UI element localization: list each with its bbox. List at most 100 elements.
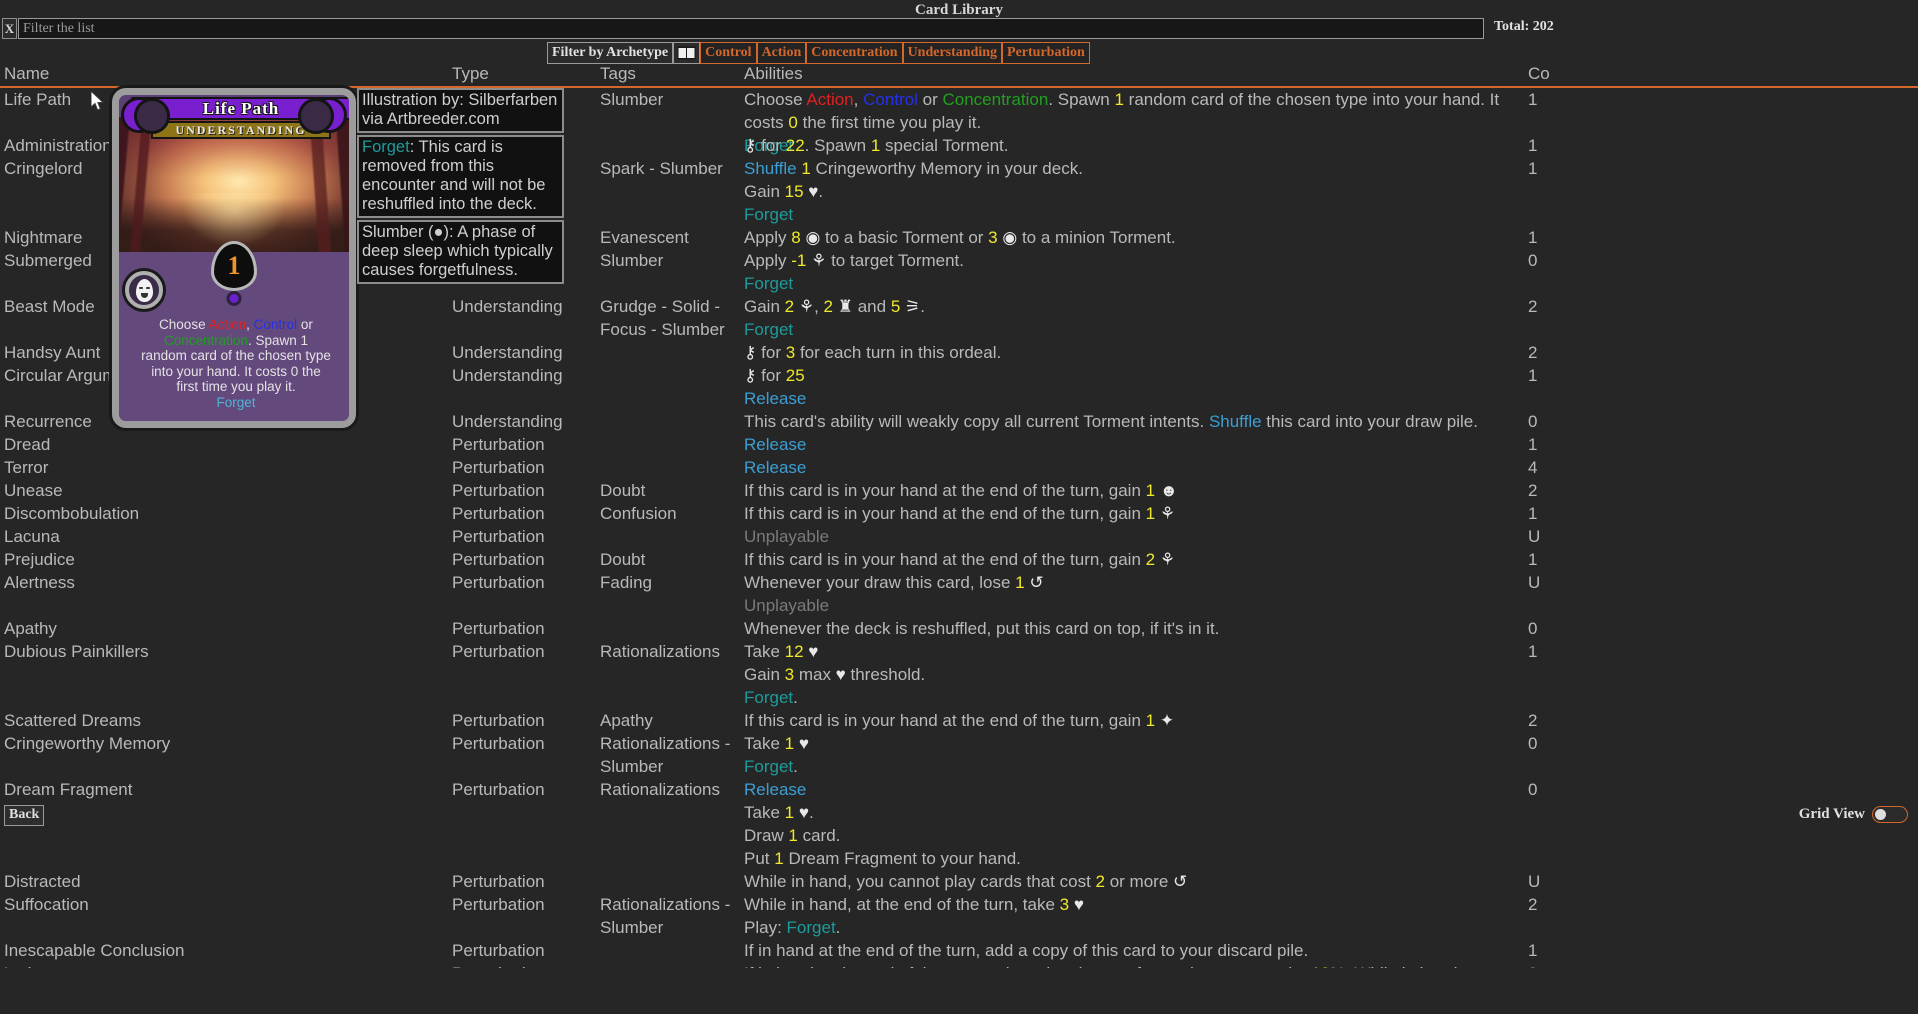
keyword-action: Action: [208, 317, 247, 332]
cell-abilities: Whenever the deck is reshuffled, put thi…: [744, 619, 1220, 638]
cell-abilities: Unplayable: [744, 527, 830, 546]
table-row[interactable]: Terror Perturbation Release 4: [0, 456, 1918, 479]
keyword-control: Control: [253, 317, 298, 332]
cell-cost: 1: [1528, 136, 1538, 155]
cell-cost: 1: [1528, 642, 1538, 661]
archetype-filter-bar: Filter by Archetype Control Action Conce…: [547, 42, 1090, 64]
archetype-filter-understanding[interactable]: Understanding: [902, 42, 1003, 64]
table-row[interactable]: Lacuna Perturbation Unplayable U: [0, 525, 1918, 548]
table-row[interactable]: Suffocation Perturbation Rationalizations …: [0, 893, 1918, 939]
cell-type: Perturbation: [452, 481, 545, 500]
cell-name: Dubious Painkillers: [4, 642, 149, 661]
archetype-filter-perturbation[interactable]: Perturbation: [1002, 42, 1090, 64]
table-row[interactable]: Cringeworthy Memory Perturbation Rationali…: [0, 732, 1918, 778]
clear-filter-button[interactable]: X: [2, 18, 17, 39]
grid-view-control[interactable]: Grid View: [1799, 806, 1908, 823]
cell-name: Unease: [4, 481, 63, 500]
table-row[interactable]: Distracted Perturbation While in hand, you…: [0, 870, 1918, 893]
archetype-filter-concentration[interactable]: Concentration: [806, 42, 903, 64]
cell-abilities: Release: [744, 435, 807, 454]
cell-abilities: ⚷ for 22. Spawn 1 special Torment.: [744, 136, 1009, 155]
cell-abilities: If in hand at the end of the turn, reduc…: [744, 962, 1524, 968]
cell-type: Perturbation: [452, 642, 545, 661]
cell-cost: 2: [1528, 343, 1538, 362]
cell-cost: 1: [1528, 504, 1538, 523]
cell-tags: Doubt: [600, 481, 646, 500]
table-row[interactable]: Dread Perturbation Release 1: [0, 433, 1918, 456]
cell-abilities: Take 12 ♥ Gain 3 max ♥ threshold. Forget.: [744, 642, 926, 707]
cell-cost: 0: [1528, 412, 1538, 431]
column-header-abilities[interactable]: Abilities: [744, 64, 1524, 84]
cell-tags: Slumber: [600, 251, 664, 270]
cell-type: Perturbation: [452, 780, 545, 799]
tooltip-illustration: Illustration by: Silberfarben via Artbre…: [357, 88, 564, 133]
table-row[interactable]: Unease Perturbation Doubt If this card is i…: [0, 479, 1918, 502]
cell-type: Perturbation: [452, 941, 545, 960]
cell-cost: U: [1528, 527, 1541, 546]
table-row[interactable]: Dubious Painkillers Perturbation Rationali…: [0, 640, 1918, 709]
cell-abilities: Shuffle 1 Cringeworthy Memory in your de…: [744, 159, 1083, 224]
cell-tags: Spark - Slumber: [600, 159, 723, 178]
cell-tags: Grudge - Solid - Focus - Slumber: [600, 297, 725, 339]
cell-abilities: If this card is in your hand at the end …: [744, 504, 1176, 523]
cell-abilities: Gain 2 ⚘, 2 ♜ and 5 ⚞. Forget: [744, 297, 925, 339]
cell-name: Apathy: [4, 619, 57, 638]
back-button[interactable]: Back: [4, 805, 45, 826]
table-row[interactable]: Scattered Dreams Perturbation Apathy If thi…: [0, 709, 1918, 732]
cell-name: Inescapable Conclusion: [4, 941, 185, 960]
cell-type: Perturbation: [452, 872, 545, 891]
cell-name: Lethe: [4, 962, 444, 968]
cell-type: Perturbation: [452, 504, 545, 523]
card-cost-value: 1: [227, 251, 241, 280]
cell-cost: 0: [1528, 734, 1538, 753]
cell-abilities: ⚷ for 3 for each turn in this ordeal.: [744, 343, 1002, 362]
tooltip-slumber: Slumber (●): A phase of deep sleep which…: [357, 220, 564, 284]
table-row[interactable]: Lethe Perturbation If in hand at the end o…: [0, 962, 1918, 968]
table-row[interactable]: Alertness Perturbation Fading Whenever your…: [0, 571, 1918, 617]
filter-input[interactable]: Filter the list: [18, 18, 1484, 39]
table-row[interactable]: Dream Fragment Perturbation Rationalizatio…: [0, 778, 1918, 870]
cell-name: Terror: [4, 458, 49, 477]
table-row[interactable]: Apathy Perturbation Whenever the deck is r…: [0, 617, 1918, 640]
table-row[interactable]: Discombobulation Perturbation Confusion If …: [0, 502, 1918, 525]
table-row[interactable]: Prejudice Perturbation Doubt If this card i…: [0, 548, 1918, 571]
cell-abilities: While in hand, at the end of the turn, t…: [744, 895, 1084, 937]
cell-cost: 0: [1528, 780, 1538, 799]
cell-type: Understanding: [452, 343, 563, 362]
cell-type: Perturbation: [452, 458, 545, 477]
cell-abilities: Apply -1 ⚘ to target Torment. Forget: [744, 251, 965, 293]
grid-view-toggle[interactable]: [1872, 806, 1908, 823]
table-row[interactable]: Inescapable Conclusion Perturbation If in …: [0, 939, 1918, 962]
cell-type: Understanding: [452, 366, 563, 385]
card-frame: Life Path UNDERSTANDING 1 Choose Action,…: [112, 88, 356, 428]
column-header-name[interactable]: Name: [4, 64, 444, 84]
tooltip-forget-keyword: Forget: [362, 138, 410, 156]
table-header: Name Type Tags Abilities Co: [0, 64, 1918, 86]
cell-cost: 2: [1528, 895, 1538, 914]
archetype-filter-action[interactable]: Action: [756, 42, 807, 64]
book-icon[interactable]: [673, 42, 701, 64]
filter-by-archetype-label: Filter by Archetype: [547, 42, 674, 64]
cell-abilities: If in hand at the end of the turn, add a…: [744, 941, 1309, 960]
cell-abilities: Take 1 ♥ Forget.: [744, 734, 809, 776]
tooltip-forget: Forget: This card is removed from this e…: [357, 135, 564, 218]
cell-type: Perturbation: [452, 435, 545, 454]
cell-name: Prejudice: [4, 550, 75, 569]
cell-name: Discombobulation: [4, 504, 140, 523]
column-header-type[interactable]: Type: [452, 64, 592, 84]
column-header-tags[interactable]: Tags: [600, 64, 738, 84]
column-header-cost[interactable]: Co: [1528, 64, 1550, 84]
cell-abilities: Release Take 1 ♥. Draw 1 card. Put 1 Dream …: [744, 780, 1021, 868]
cell-type: Perturbation: [452, 711, 545, 730]
cell-name: Cringeworthy Memory: [4, 734, 171, 753]
cell-tags: Rationalizations: [600, 642, 721, 661]
cell-cost: 1: [1528, 366, 1538, 385]
cell-cost: U: [1528, 872, 1541, 891]
cell-abilities: Whenever your draw this card, lose 1 ↺ Un…: [744, 573, 1044, 615]
archetype-filter-control[interactable]: Control: [700, 42, 757, 64]
card-corner-moon-right-icon: [298, 97, 347, 134]
cell-tags: Rationalizations: [600, 780, 721, 799]
cell-cost: U: [1528, 573, 1541, 592]
cell-name: Dread: [4, 435, 51, 454]
cell-cost: 0: [1528, 251, 1538, 270]
